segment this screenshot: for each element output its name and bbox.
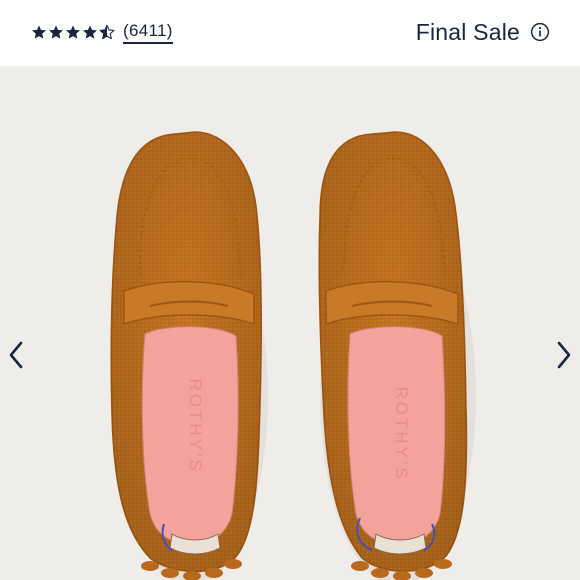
star-icon [32,25,46,39]
left-shoe: ROTHY'S [110,131,262,580]
star-icon [66,25,80,39]
svg-text:ROTHY'S: ROTHY'S [186,378,205,473]
product-image-gallery: ROTHY'S ROTHY'S [0,66,580,580]
rating-summary[interactable]: (6411) [31,19,173,45]
next-image-button[interactable] [550,338,578,372]
info-icon[interactable] [530,22,550,42]
previous-image-button[interactable] [2,338,30,372]
review-count-link[interactable]: (6411) [123,21,173,44]
right-shoe: ROTHY'S [318,131,468,580]
chevron-right-icon [557,341,571,369]
svg-text:ROTHY'S: ROTHY'S [392,386,411,481]
chevron-left-icon [9,341,23,369]
half-star-icon [99,24,115,40]
star-icon [49,25,63,39]
final-sale-badge: Final Sale [416,17,550,47]
star-icon [83,25,97,39]
star-rating [31,24,115,40]
product-image: ROTHY'S ROTHY'S [110,131,476,580]
product-header: (6411) Final Sale [0,0,580,66]
final-sale-label: Final Sale [415,18,520,45]
